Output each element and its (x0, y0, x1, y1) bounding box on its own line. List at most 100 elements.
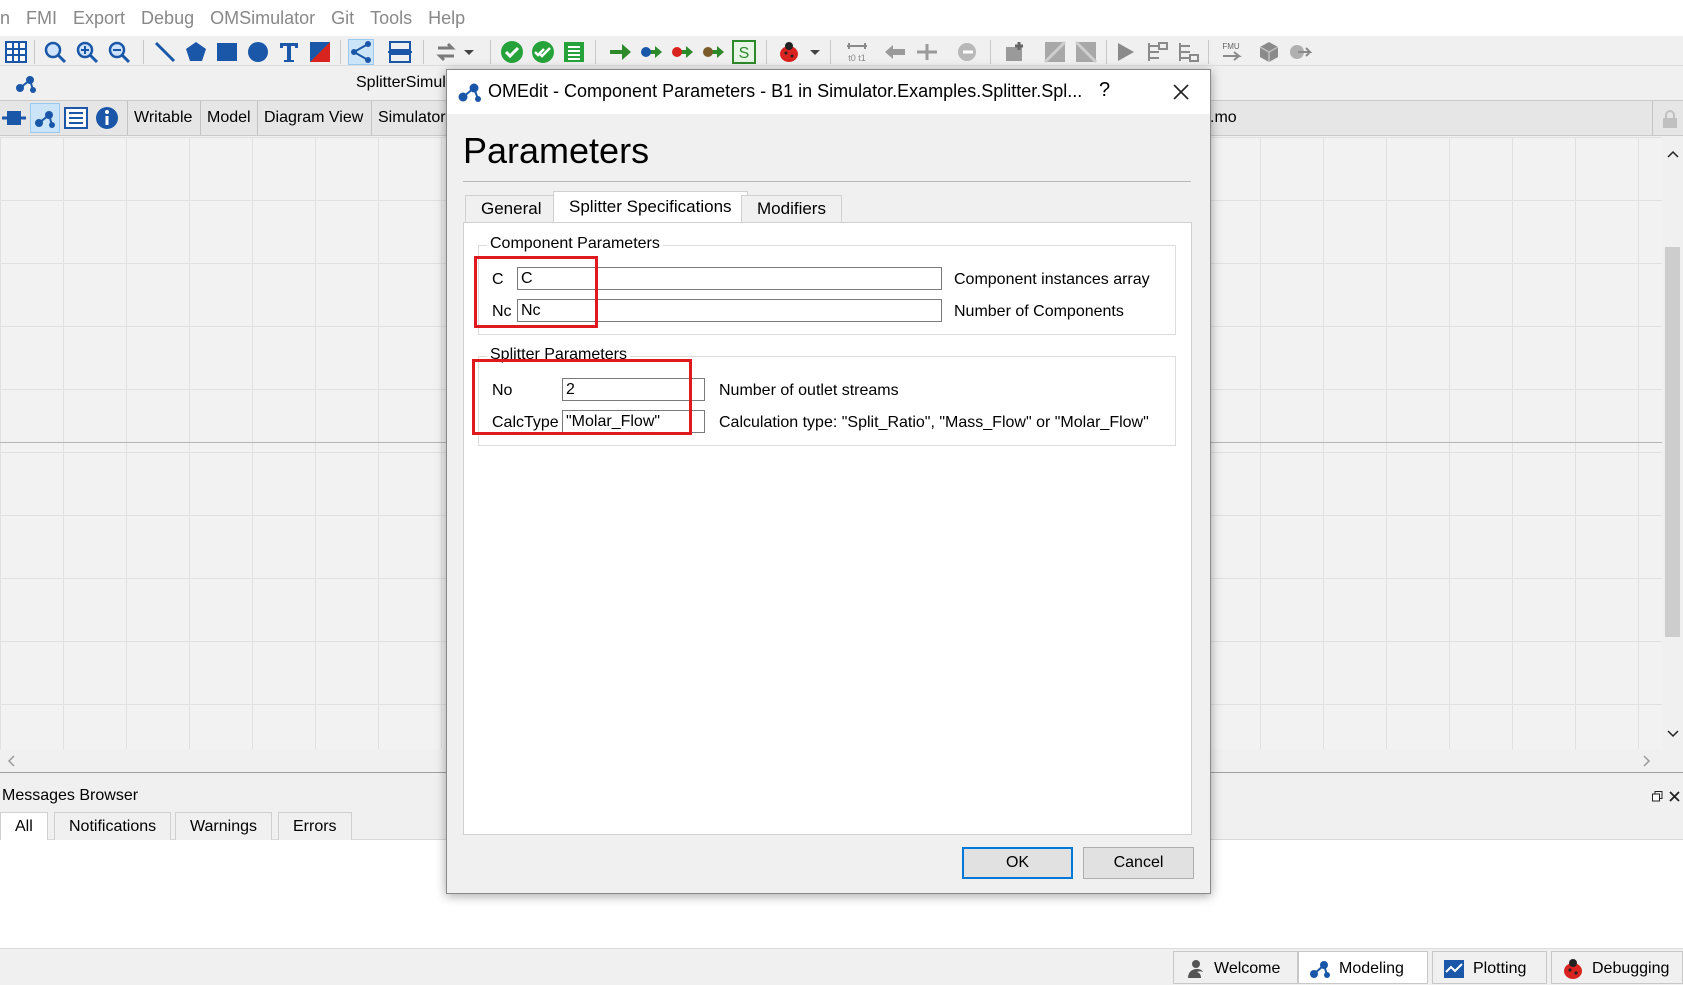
debugger-icon[interactable] (777, 40, 801, 64)
menu-item-debug[interactable]: Debug (133, 8, 202, 29)
dialog-heading: Parameters (463, 130, 650, 171)
bitmap-tool-icon[interactable] (308, 40, 332, 64)
cancel-button[interactable]: Cancel (1083, 847, 1194, 879)
simulation-setup-icon[interactable]: S (732, 40, 756, 64)
perspective-welcome[interactable]: Welcome (1173, 951, 1298, 984)
group-title: Component Parameters (487, 235, 663, 253)
perspective-modeling-label: Modeling (1339, 960, 1404, 977)
highlight-box (472, 359, 692, 435)
svg-text:FMU: FMU (1222, 42, 1240, 51)
simulate-with-transformational-debugger-icon[interactable] (639, 40, 663, 64)
fmu-import-icon[interactable]: FMU (1219, 40, 1243, 64)
add-subsystem-icon[interactable] (1043, 40, 1067, 64)
text-tool-icon[interactable] (277, 40, 301, 64)
text-view-icon[interactable] (64, 107, 88, 129)
ellipse-tool-icon[interactable] (246, 40, 270, 64)
chevron-down-icon[interactable] (808, 40, 822, 64)
tree-remove-icon[interactable] (1176, 40, 1200, 64)
param-description: Number of outlet streams (719, 382, 899, 399)
restriction-label: Model (200, 101, 257, 135)
model-title: SplitterSimul (356, 74, 446, 91)
time-scale-icon[interactable]: t0 t1 (845, 40, 869, 64)
lock-icon[interactable] (1661, 109, 1679, 129)
tab-panel: Component Parameters C C Component insta… (463, 222, 1192, 835)
simulate-with-animation-icon[interactable] (701, 40, 725, 64)
highlight-box (474, 256, 598, 328)
add-connector-icon[interactable] (1074, 40, 1098, 64)
help-button[interactable]: ? (1099, 79, 1110, 102)
instantiate-model-icon[interactable] (562, 40, 586, 64)
simulate-icon[interactable] (608, 40, 632, 64)
chevron-left-icon[interactable] (6, 755, 16, 767)
tab-warnings[interactable]: Warnings (175, 812, 272, 840)
vertical-scrollbar-thumb[interactable] (1665, 247, 1680, 637)
param-description: Calculation type: "Split_Ratio", "Mass_F… (719, 414, 1149, 431)
menu-item-file[interactable]: n (0, 8, 18, 29)
connect-mode-icon[interactable] (348, 39, 374, 65)
tab-general[interactable]: General (465, 195, 558, 223)
chevron-up-icon[interactable] (1667, 149, 1679, 159)
grid-icon[interactable] (4, 40, 28, 64)
split-icon[interactable] (915, 40, 939, 64)
dialog-title: OMEdit - Component Parameters - B1 in Si… (488, 81, 1083, 101)
menu-item-tools[interactable]: Tools (362, 8, 420, 29)
diagram-view-icon[interactable] (33, 107, 57, 129)
chevron-right-icon[interactable] (1642, 755, 1652, 767)
arrow-left-icon[interactable] (883, 40, 907, 64)
tab-splitter-specifications[interactable]: Splitter Specifications (553, 191, 748, 224)
menu-item-omsimulator[interactable]: OMSimulator (202, 8, 323, 29)
model-file-suffix: .mo (1210, 109, 1237, 126)
messages-browser-title: Messages Browser (2, 787, 139, 804)
play-icon[interactable] (1114, 40, 1138, 64)
welcome-icon (1188, 960, 1203, 978)
polygon-tool-icon[interactable] (184, 40, 208, 64)
menu-bar: n FMI Export Debug OMSimulator Git Tools… (0, 0, 1683, 36)
perspective-welcome-label: Welcome (1214, 960, 1281, 977)
chevron-down-icon[interactable] (1667, 729, 1679, 739)
check-all-models-icon[interactable] (531, 40, 555, 64)
swap-icon[interactable] (434, 40, 458, 64)
info-icon[interactable] (95, 106, 119, 130)
connector-icon[interactable] (2, 107, 26, 129)
perspective-modeling[interactable]: Modeling (1298, 951, 1428, 984)
vertical-scrollbar[interactable] (1662, 137, 1683, 749)
main-toolbar: S t0 t1 FMU (0, 36, 1683, 66)
chevron-down-icon[interactable] (462, 40, 476, 64)
rectangle-tool-icon[interactable] (215, 40, 239, 64)
line-tool-icon[interactable] (153, 40, 177, 64)
menu-item-fmi[interactable]: FMI (18, 8, 65, 29)
tab-errors[interactable]: Errors (278, 812, 352, 840)
perspective-plotting[interactable]: Plotting (1432, 951, 1547, 984)
float-icon[interactable] (1652, 791, 1663, 802)
omedit-model-icon (16, 76, 36, 93)
component-parameters-dialog: OMEdit - Component Parameters - B1 in Si… (446, 69, 1211, 894)
tree-add-icon[interactable] (1145, 40, 1169, 64)
simulate-with-algorithmic-debugger-icon[interactable] (670, 40, 694, 64)
export-icon[interactable] (1288, 40, 1312, 64)
plotting-icon (1444, 960, 1464, 978)
zoom-in-icon[interactable] (75, 40, 99, 64)
tab-notifications[interactable]: Notifications (54, 812, 172, 840)
zoom-fit-icon[interactable] (43, 40, 67, 64)
svg-text:S: S (739, 45, 750, 62)
tab-modifiers[interactable]: Modifiers (741, 195, 842, 223)
check-model-icon[interactable] (500, 40, 524, 64)
close-icon[interactable] (1669, 791, 1680, 802)
add-system-icon[interactable] (1003, 40, 1027, 64)
svg-text:t0 t1: t0 t1 (848, 53, 866, 63)
perspective-debugging-label: Debugging (1592, 960, 1670, 977)
close-icon[interactable] (1167, 78, 1195, 106)
tab-all[interactable]: All (0, 812, 48, 840)
menu-item-git[interactable]: Git (323, 8, 362, 29)
cube-icon[interactable] (1257, 40, 1281, 64)
omedit-icon (458, 83, 481, 102)
menu-item-export[interactable]: Export (65, 8, 133, 29)
perspective-bar: Welcome Modeling Plotting Debugging (0, 948, 1683, 985)
transition-mode-icon[interactable] (388, 40, 412, 64)
zoom-out-icon[interactable] (107, 40, 131, 64)
ok-button[interactable]: OK (962, 847, 1073, 879)
step-icon[interactable] (955, 40, 979, 64)
perspective-debugging[interactable]: Debugging (1551, 951, 1683, 984)
modeling-icon (1310, 961, 1330, 978)
menu-item-help[interactable]: Help (420, 8, 473, 29)
